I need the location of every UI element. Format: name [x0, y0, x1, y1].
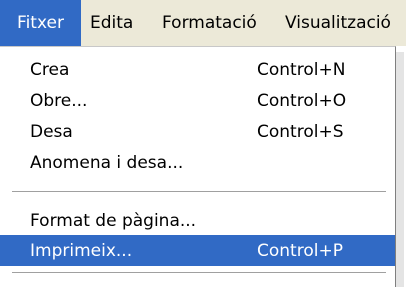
menu-item-label: Desa — [30, 121, 73, 142]
menu-item-format-de-pagina[interactable]: Format de pàgina... — [0, 205, 395, 236]
menu-edita[interactable]: Edita — [81, 0, 152, 46]
menu-item-shortcut: Control+P — [257, 240, 343, 261]
menu-item-obre[interactable]: Obre... Control+O — [0, 85, 395, 116]
menu-separator — [12, 272, 386, 274]
menu-item-shortcut: Control+O — [257, 90, 347, 111]
menu-formatacio[interactable]: Formatació — [152, 0, 275, 46]
file-menu-dropdown: Crea Control+N Obre... Control+O Desa Co… — [0, 46, 396, 287]
menu-visualitzacio[interactable]: Visualització — [275, 0, 397, 46]
menu-item-desa[interactable]: Desa Control+S — [0, 116, 395, 147]
application-window: Fitxer Edita Formatació Visualització Cr… — [0, 0, 406, 287]
menu-item-label: Crea — [30, 59, 70, 80]
menu-item-label: Anomena i desa... — [30, 152, 184, 173]
menu-item-shortcut: Control+N — [257, 59, 346, 80]
menu-item-label: Obre... — [30, 90, 88, 111]
menu-item-label: Format de pàgina... — [30, 210, 197, 231]
menu-item-label: Imprimeix... — [30, 240, 133, 261]
menu-bar: Fitxer Edita Formatació Visualització — [0, 0, 406, 46]
menu-item-anomena-i-desa[interactable]: Anomena i desa... — [0, 147, 395, 178]
dropdown-shadow — [396, 52, 404, 287]
menu-item-crea[interactable]: Crea Control+N — [0, 54, 395, 85]
menu-separator — [12, 191, 386, 193]
menu-item-imprimeix[interactable]: Imprimeix... Control+P — [0, 235, 395, 266]
menu-item-shortcut: Control+S — [257, 121, 344, 142]
menu-fitxer[interactable]: Fitxer — [0, 0, 81, 46]
